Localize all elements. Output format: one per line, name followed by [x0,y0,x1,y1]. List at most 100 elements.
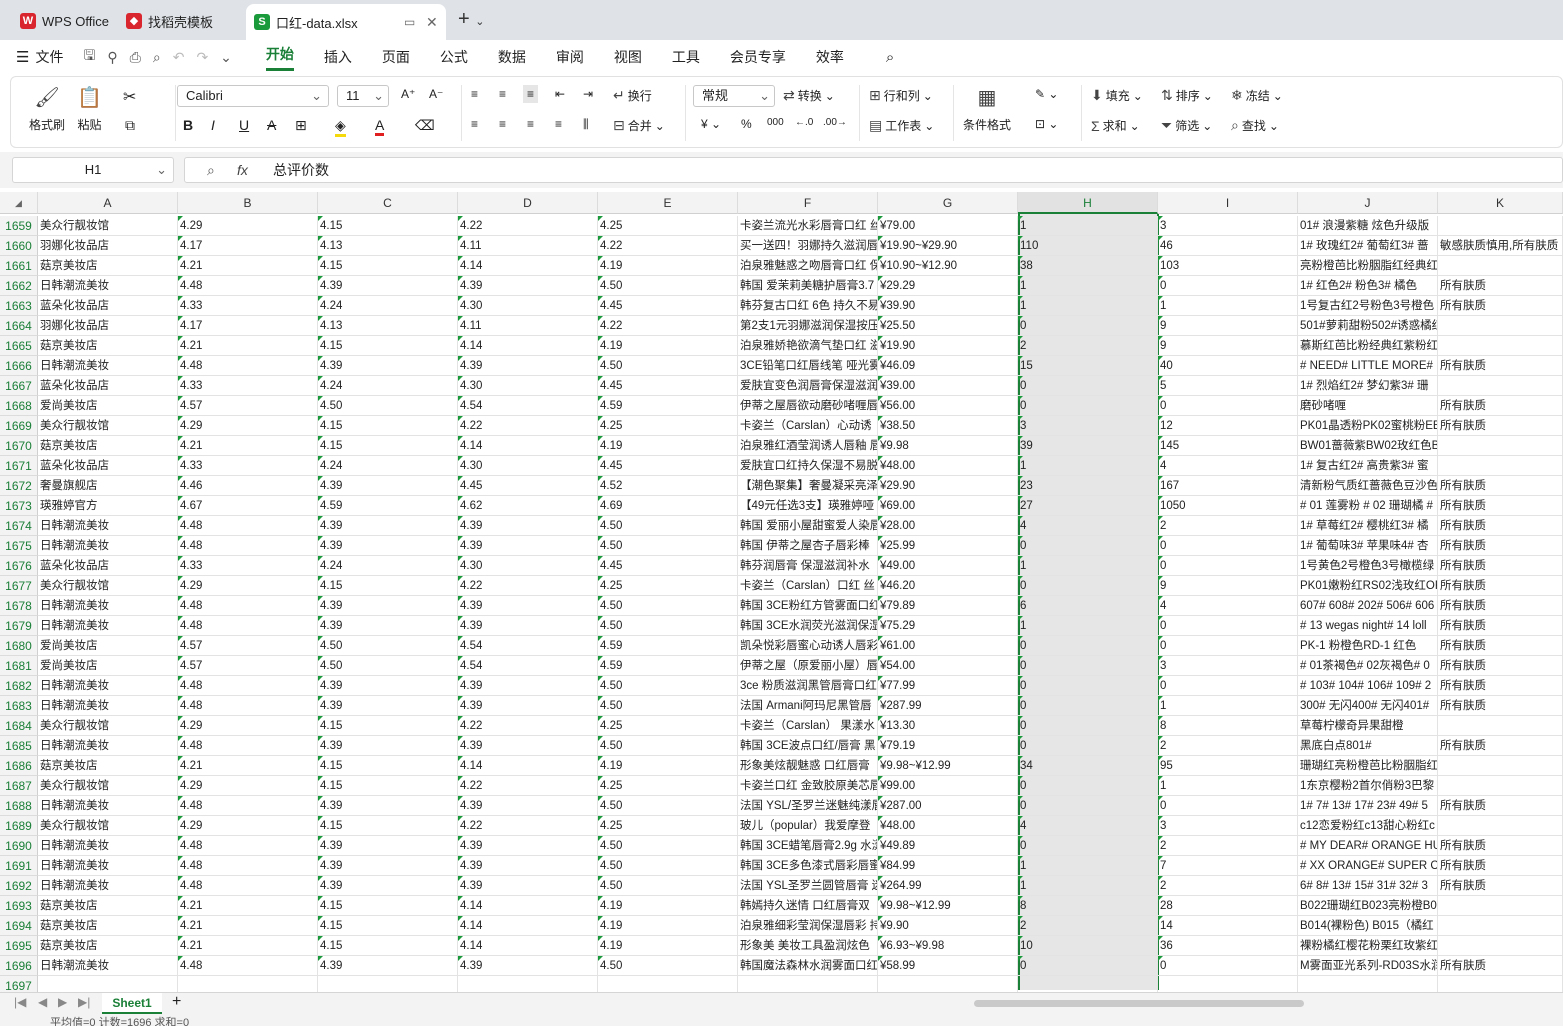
fill-color-icon[interactable]: ◈ [335,117,346,137]
cell-k[interactable]: 所有肤质 [1438,496,1563,516]
cell-c[interactable]: 4.15 [318,776,458,796]
cell-a[interactable]: 羽娜化妆品店 [38,236,178,256]
format-painter-button[interactable]: 🖌 格式刷 [29,85,65,133]
row-header[interactable]: 1679 [0,616,38,636]
cell-h[interactable]: 0 [1018,836,1158,856]
cell-g[interactable]: ¥79.00 [878,216,1018,236]
cell-i[interactable]: 2 [1158,516,1298,536]
cell-a[interactable]: 日韩潮流美妆 [38,676,178,696]
italic-icon[interactable]: I [211,117,215,133]
cell-b[interactable]: 4.48 [178,736,318,756]
border-icon[interactable]: ⊞ [295,117,307,134]
cell-j[interactable]: 1# 红色2# 粉色3# 橘色 [1298,276,1438,296]
cell-d[interactable]: 4.30 [458,376,598,396]
cell-f[interactable]: 韩国 3CE粉红方管雾面口红 [738,596,878,616]
cell-d[interactable]: 4.14 [458,436,598,456]
cell-a[interactable]: 蓝朵化妆品店 [38,376,178,396]
cell-a[interactable]: 菇京美妆店 [38,336,178,356]
merge-button[interactable]: ⊟ 合并 ⌄ [613,117,665,134]
cell-a[interactable]: 美众行靓妆馆 [38,716,178,736]
cell-j[interactable]: 01# 浪漫紫糖 炫色升级版 [1298,216,1438,236]
formula-input[interactable]: ⌕ fx 总评价数 [184,157,1563,183]
cell-i[interactable]: 0 [1158,396,1298,416]
cell-f[interactable]: 泊泉雅娇艳欲滴气垫口红 滋 [738,336,878,356]
cell-c[interactable]: 4.15 [318,716,458,736]
column-header-d[interactable]: D [458,192,598,214]
cell-f[interactable]: 卡姿兰口红 金致胶原美芯唇 [738,776,878,796]
cell-k[interactable]: 所有肤质 [1438,856,1563,876]
cell-e[interactable]: 4.50 [598,276,738,296]
row-header[interactable]: 1692 [0,876,38,896]
row-header[interactable]: 1666 [0,356,38,376]
cell-d[interactable]: 4.22 [458,576,598,596]
more-chevron-icon[interactable]: ⌄ [220,49,232,66]
cell-k[interactable]: 所有肤质 [1438,536,1563,556]
cell-a[interactable]: 爱尚美妆店 [38,396,178,416]
cell-f[interactable]: 法国 Armani阿玛尼黑管唇 [738,696,878,716]
cell-h[interactable] [1018,976,1158,992]
font-name-select[interactable]: Calibri ⌄ [177,85,329,107]
cell-d[interactable]: 4.39 [458,876,598,896]
decrease-decimal-icon[interactable]: .00→ [823,117,847,128]
cell-a[interactable]: 日韩潮流美妆 [38,796,178,816]
cell-h[interactable]: 1 [1018,296,1158,316]
cell-g[interactable]: ¥9.98~¥12.99 [878,896,1018,916]
cell-b[interactable]: 4.48 [178,856,318,876]
cell-h[interactable]: 0 [1018,776,1158,796]
cell-c[interactable]: 4.50 [318,636,458,656]
cell-e[interactable]: 4.59 [598,656,738,676]
cell-d[interactable]: 4.14 [458,336,598,356]
cell-i[interactable]: 46 [1158,236,1298,256]
cell-f[interactable]: 3CE铅笔口红唇线笔 哑光雾 [738,356,878,376]
close-tab-icon[interactable]: ✕ [426,14,438,31]
row-header[interactable]: 1678 [0,596,38,616]
chevron-down-icon[interactable]: ⌄ [475,16,484,28]
cell-d[interactable]: 4.39 [458,616,598,636]
cell-e[interactable]: 4.19 [598,936,738,956]
cell-b[interactable]: 4.21 [178,916,318,936]
cell-e[interactable]: 4.45 [598,456,738,476]
cell-i[interactable]: 0 [1158,536,1298,556]
cell-k[interactable]: 所有肤质 [1438,876,1563,896]
cell-e[interactable]: 4.25 [598,716,738,736]
cell-g[interactable]: ¥77.99 [878,676,1018,696]
cell-g[interactable]: ¥25.50 [878,316,1018,336]
cell-a[interactable]: 爱尚美妆店 [38,656,178,676]
cell-a[interactable]: 日韩潮流美妆 [38,876,178,896]
cell-f[interactable]: 韩国 伊蒂之屋杏子唇彩棒 [738,536,878,556]
cell-i[interactable]: 14 [1158,916,1298,936]
cell-c[interactable]: 4.39 [318,616,458,636]
row-header[interactable]: 1659 [0,216,38,236]
cell-g[interactable]: ¥61.00 [878,636,1018,656]
cell-f[interactable]: 第2支1元羽娜滋润保湿按压 [738,316,878,336]
add-sheet-button[interactable]: + [172,993,181,1011]
cell-b[interactable]: 4.33 [178,556,318,576]
cell-g[interactable]: ¥287.99 [878,696,1018,716]
cell-d[interactable]: 4.11 [458,236,598,256]
cell-b[interactable]: 4.29 [178,576,318,596]
row-header[interactable]: 1680 [0,636,38,656]
row-header[interactable]: 1661 [0,256,38,276]
cell-j[interactable]: PK-1 粉橙色RD-1 红色 [1298,636,1438,656]
cell-g[interactable]: ¥54.00 [878,656,1018,676]
copy-icon[interactable]: ⧉ [125,117,135,134]
cell-b[interactable]: 4.21 [178,896,318,916]
cell-k[interactable]: 所有肤质 [1438,636,1563,656]
cell-k[interactable]: 所有肤质 [1438,676,1563,696]
cell-j[interactable]: 1# 玫瑰红2# 葡萄红3# 蔷 [1298,236,1438,256]
cell-i[interactable]: 4 [1158,596,1298,616]
cell-k[interactable]: 所有肤质 [1438,596,1563,616]
cell-e[interactable]: 4.25 [598,576,738,596]
find-button[interactable]: ⌕ 查找 ⌄ [1231,117,1279,134]
cell-b[interactable]: 4.33 [178,456,318,476]
cell-b[interactable]: 4.48 [178,596,318,616]
horizontal-scrollbar[interactable] [974,1000,1304,1007]
cell-d[interactable]: 4.45 [458,476,598,496]
cell-i[interactable]: 9 [1158,336,1298,356]
cell-h[interactable]: 0 [1018,736,1158,756]
menu-member[interactable]: 会员专享 [730,47,786,67]
prev-sheet-icon[interactable]: ◀ [38,995,47,1009]
fx-icon[interactable]: fx [237,158,248,182]
cell-c[interactable]: 4.15 [318,916,458,936]
cell-k[interactable] [1438,436,1563,456]
